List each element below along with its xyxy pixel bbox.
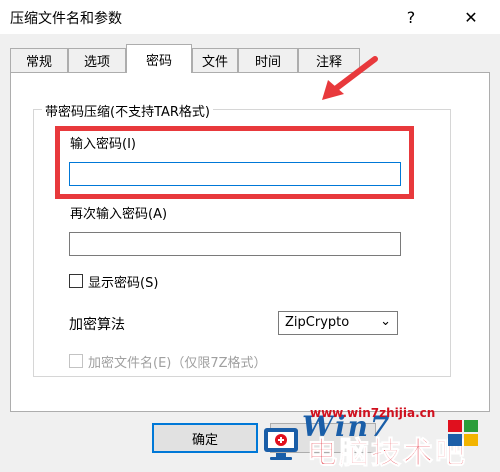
tab-password[interactable]: 密码 [126,44,192,73]
tab-files[interactable]: 文件 [192,48,238,72]
tab-general[interactable]: 常规 [10,48,68,72]
help-button[interactable]: ? [394,4,428,30]
close-button[interactable]: ✕ [454,4,488,30]
show-password-checkbox[interactable] [69,274,83,288]
tab-strip: 常规 选项 密码 文件 时间 注释 [10,44,490,73]
reenter-password-input[interactable] [69,232,401,256]
watermark-url: www.win7zhijia.cn [310,406,436,420]
tab-time[interactable]: 时间 [238,48,298,72]
encryption-algorithm-select[interactable]: ZipCrypto ⌄ [278,311,398,335]
monitor-icon [264,428,298,460]
title-bar: 压缩文件名和参数 ? ✕ [0,0,500,34]
reenter-password-label: 再次输入密码(A) [70,207,168,222]
annotation-arrow-icon [322,56,378,100]
tab-options[interactable]: 选项 [68,48,126,72]
watermark: Win7 www.win7zhijia.cn 电脑技术吧 [262,406,500,472]
chevron-down-icon: ⌄ [380,314,391,329]
encryption-algorithm-label: 加密算法 [69,317,125,333]
algorithm-selected-value: ZipCrypto [285,315,350,330]
annotation-highlight-box [55,126,414,199]
window-title: 压缩文件名和参数 [10,11,122,27]
encrypt-filenames-label: 加密文件名(E)（仅限7Z格式） [88,356,267,371]
ok-button[interactable]: 确定 [152,423,258,453]
windows-flag-icon [448,420,478,446]
groupbox-title: 带密码压缩(不支持TAR格式) [42,101,214,120]
show-password-label: 显示密码(S) [88,276,159,291]
encrypt-filenames-checkbox[interactable] [69,354,83,368]
